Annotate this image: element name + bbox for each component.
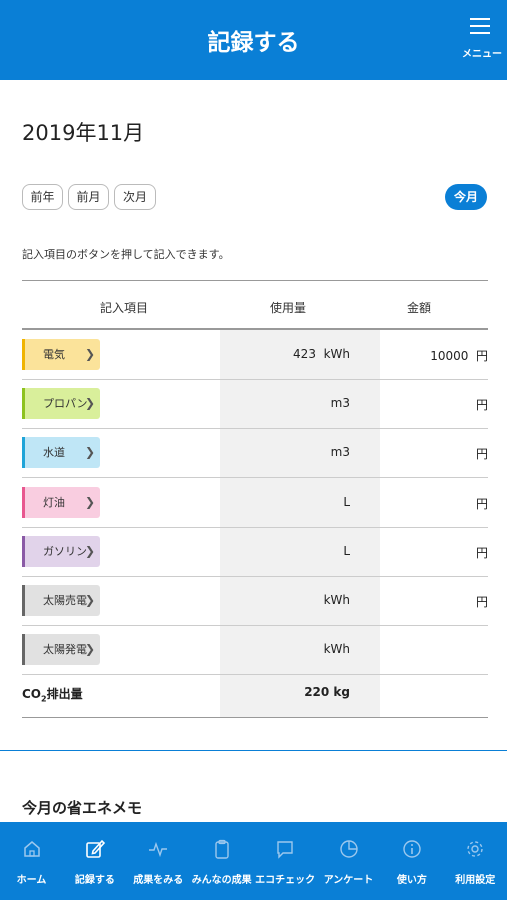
usage-value: kWh	[323, 593, 350, 607]
header-usage: 使用量	[270, 301, 307, 315]
nav-item[interactable]: みんなの成果	[190, 822, 253, 900]
menu-button[interactable]: メニュー	[461, 14, 502, 62]
this-month-button[interactable]: 今月	[445, 184, 487, 210]
nav-label: 成果をみる	[133, 875, 184, 886]
chevron-right-icon: ❯	[84, 347, 95, 361]
instruction-text: 記入項目のボタンを押して記入できます。	[22, 248, 230, 261]
item-button[interactable]: 電気 ❯	[22, 339, 100, 370]
usage-value: L	[343, 543, 350, 558]
bottom-nav: ホーム 記録する 成果をみる みんなの成果 エコチェック アンケート 使い方 利用設定	[0, 822, 507, 900]
usage-value: m3	[330, 396, 350, 411]
gear-icon	[464, 838, 486, 860]
month-title: 2019年11月	[22, 121, 145, 145]
pie-icon	[338, 838, 360, 860]
item-label: ガソリン	[43, 544, 87, 558]
nav-item[interactable]: 使い方	[380, 822, 443, 900]
memo-title: 今月の省エネメモ	[22, 799, 143, 817]
info-icon	[401, 838, 423, 860]
chevron-right-icon: ❯	[84, 445, 95, 460]
table-row: 電気 ❯ 423 kWh 10000 円	[22, 330, 488, 380]
co2-label: CO2排出量	[22, 687, 83, 704]
item-color-bar	[22, 585, 25, 616]
item-color-bar	[22, 486, 25, 518]
header-amount: 金額	[407, 301, 432, 315]
item-button[interactable]: 太陽発電 ❯	[22, 634, 100, 666]
edit-icon	[84, 838, 106, 860]
amount-value: 10000 円	[430, 349, 488, 363]
item-label: 太陽発電	[43, 643, 87, 657]
item-color-bar	[22, 388, 25, 420]
amount-value: 円	[475, 545, 488, 560]
pulse-icon	[147, 838, 169, 860]
prev-month-button[interactable]: 前月	[68, 184, 109, 210]
item-button[interactable]: ガソリン ❯	[22, 535, 100, 567]
table-row: 太陽売電 ❯ kWh 円	[22, 576, 488, 626]
clipboard-icon	[211, 838, 233, 860]
page-title: 記録する	[207, 30, 300, 56]
table-row: 灯油 ❯ L 円	[22, 478, 488, 528]
nav-label: 利用設定	[455, 875, 496, 886]
chevron-right-icon: ❯	[84, 642, 95, 657]
chevron-right-icon: ❯	[84, 543, 95, 558]
chevron-right-icon: ❯	[84, 593, 95, 607]
next-month-button[interactable]: 次月	[114, 184, 156, 210]
usage-value: m3	[330, 445, 350, 460]
nav-item[interactable]: アンケート	[317, 822, 380, 900]
chevron-right-icon: ❯	[84, 494, 95, 509]
home-icon	[21, 838, 43, 860]
nav-label: エコチェック	[255, 875, 316, 886]
item-color-bar	[22, 339, 25, 370]
item-button[interactable]: プロパン ❯	[22, 388, 100, 420]
nav-item[interactable]: エコチェック	[254, 822, 317, 900]
item-button[interactable]: 太陽売電 ❯	[22, 585, 100, 616]
nav-label: アンケート	[323, 875, 374, 886]
item-label: 水道	[43, 446, 65, 460]
co2-row: CO2排出量 220 kg	[22, 669, 488, 718]
item-color-bar	[22, 634, 25, 666]
item-color-bar	[22, 535, 25, 567]
table-header: 記入項目 使用量 金額	[22, 280, 488, 330]
nav-label: 使い方	[396, 875, 427, 886]
amount-value: 円	[475, 447, 488, 462]
table-row: 太陽発電 ❯ kWh	[22, 625, 488, 676]
item-label: 太陽売電	[43, 594, 87, 607]
item-label: 灯油	[43, 495, 65, 509]
nav-item[interactable]: 成果をみる	[127, 822, 190, 900]
chat-icon	[274, 838, 296, 860]
section-divider	[0, 750, 507, 751]
table-row: ガソリン ❯ L 円	[22, 527, 488, 577]
nav-label: 記録する	[74, 875, 115, 886]
nav-label: ホーム	[16, 875, 47, 886]
nav-item[interactable]: ホーム	[0, 822, 63, 900]
nav-item[interactable]: 利用設定	[444, 822, 507, 900]
table-row: 水道 ❯ m3 円	[22, 428, 488, 479]
usage-value: 423 kWh	[293, 347, 350, 361]
prev-year-button[interactable]: 前年	[22, 184, 63, 210]
table-row: プロパン ❯ m3 円	[22, 379, 488, 430]
header-item: 記入項目	[100, 301, 149, 315]
nav-item[interactable]: 記録する	[63, 822, 126, 900]
item-label: 電気	[43, 348, 65, 361]
nav-label: みんなの成果	[191, 875, 252, 886]
item-button[interactable]: 灯油 ❯	[22, 486, 100, 518]
usage-value: L	[343, 494, 350, 509]
item-color-bar	[22, 437, 25, 469]
chevron-right-icon: ❯	[84, 396, 95, 411]
item-label: プロパン	[43, 397, 88, 411]
amount-value: 円	[475, 398, 488, 413]
amount-value: 円	[475, 496, 488, 511]
app-header: 記録する メニュー	[0, 0, 507, 80]
amount-value: 円	[475, 595, 488, 609]
co2-value: 220 kg	[304, 685, 350, 699]
hamburger-icon	[470, 18, 490, 39]
item-button[interactable]: 水道 ❯	[22, 437, 100, 469]
usage-value: kWh	[323, 642, 350, 657]
record-table: 記入項目 使用量 金額 電気 ❯ 423 kWh 10000 円プロパン ❯ m3 円水道 ❯…	[22, 280, 488, 718]
menu-label: メニュー	[462, 49, 502, 60]
